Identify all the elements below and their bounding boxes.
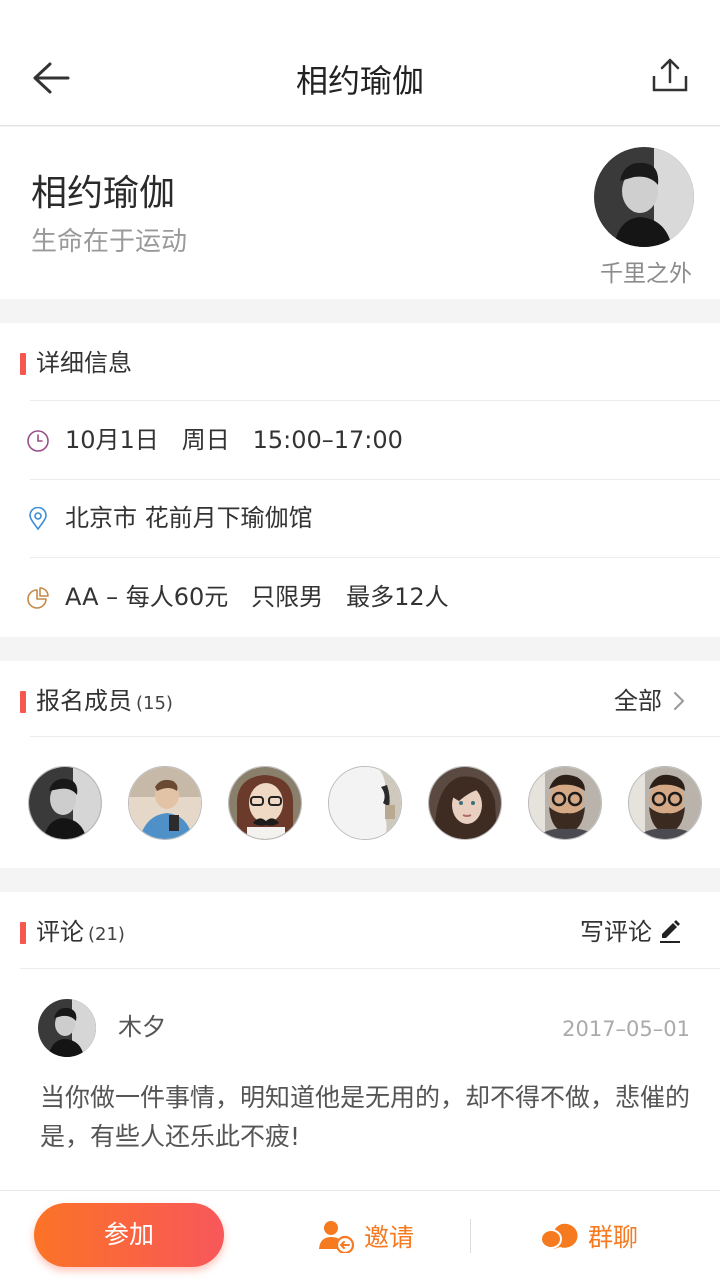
divider: [30, 400, 720, 401]
share-icon[interactable]: [650, 56, 690, 96]
activity-title: 相约瑜伽: [31, 173, 176, 214]
section-marker: [20, 691, 26, 713]
comment-text: 当你做一件事情，明知道他是无用的，却不得不做，悲催的是，有些人还乐此不疲!: [40, 1083, 691, 1151]
comments-title: 评论 (21): [36, 918, 125, 946]
group-chat-label: 群聊: [588, 1223, 639, 1252]
comment-username[interactable]: 木夕: [118, 1010, 166, 1044]
pie-chart-icon: [27, 587, 49, 609]
bottom-action-bar: 参加 邀请 群聊: [0, 1190, 720, 1280]
comments-count: (21): [88, 924, 125, 945]
member-avatar[interactable]: [428, 766, 502, 840]
comment-date: 2017–05–01: [562, 1017, 690, 1041]
group-chat-button[interactable]: 群聊: [540, 1209, 638, 1263]
members-section: 报名成员 (15) 全部: [0, 661, 720, 868]
divider: [30, 736, 720, 737]
section-marker: [20, 353, 26, 375]
members-header: 报名成员 (15) 全部: [0, 661, 720, 739]
chevron-right-icon: [674, 692, 684, 710]
section-marker: [20, 922, 26, 944]
action-separator: [470, 1219, 471, 1253]
activity-header: 相约瑜伽 生命在于运动 千里之外: [0, 127, 720, 299]
pencil-icon: [660, 920, 680, 943]
activity-subtitle: 生命在于运动: [31, 227, 188, 257]
time-row: 10月1日 周日 15:00–17:00: [0, 402, 720, 480]
nav-bar: 相约瑜伽: [0, 0, 720, 126]
cost-text: AA – 每人60元 只限男 最多12人: [65, 583, 449, 611]
details-header: 详细信息: [0, 323, 720, 401]
details-section: 详细信息 10月1日 周日 15:00–17:00 北京市 花前月下瑜伽馆 AA…: [0, 323, 720, 637]
view-all-label: 全部: [614, 687, 662, 715]
write-comment-label: 写评论: [580, 918, 652, 946]
invite-button[interactable]: 邀请: [318, 1209, 414, 1263]
member-avatar[interactable]: [228, 766, 302, 840]
location-row[interactable]: 北京市 花前月下瑜伽馆: [0, 480, 720, 558]
view-all-members-link[interactable]: 全部: [614, 684, 686, 718]
comments-header: 评论 (21) 写评论: [0, 892, 720, 970]
member-avatar[interactable]: [128, 766, 202, 840]
comment-avatar[interactable]: [38, 999, 96, 1057]
host-name[interactable]: 千里之外: [600, 259, 692, 289]
location-text: 北京市 花前月下瑜伽馆: [65, 504, 313, 532]
clock-icon: [27, 430, 49, 452]
cost-row: AA – 每人60元 只限男 最多12人: [0, 559, 720, 637]
members-count: (15): [136, 693, 173, 714]
member-avatar-list: [28, 766, 720, 840]
page-title: 相约瑜伽: [295, 62, 424, 100]
member-avatar[interactable]: [328, 766, 402, 840]
host-avatar[interactable]: [594, 147, 694, 247]
invite-user-icon: [319, 1221, 354, 1253]
time-text: 10月1日 周日 15:00–17:00: [65, 426, 403, 454]
member-avatar[interactable]: [528, 766, 602, 840]
divider: [20, 968, 720, 969]
invite-label: 邀请: [364, 1223, 415, 1252]
divider: [30, 557, 720, 558]
member-avatar[interactable]: [628, 766, 702, 840]
member-avatar[interactable]: [28, 766, 102, 840]
join-button[interactable]: 参加: [34, 1203, 224, 1267]
members-title: 报名成员 (15): [36, 687, 173, 715]
details-title: 详细信息: [36, 349, 132, 377]
comments-section: 评论 (21) 写评论 木夕 2017–05–01 当你做一件事情，明知道他是无用…: [0, 892, 720, 1190]
write-comment-button[interactable]: 写评论: [580, 915, 682, 949]
group-chat-icon: [540, 1223, 578, 1249]
location-pin-icon: [29, 507, 47, 531]
